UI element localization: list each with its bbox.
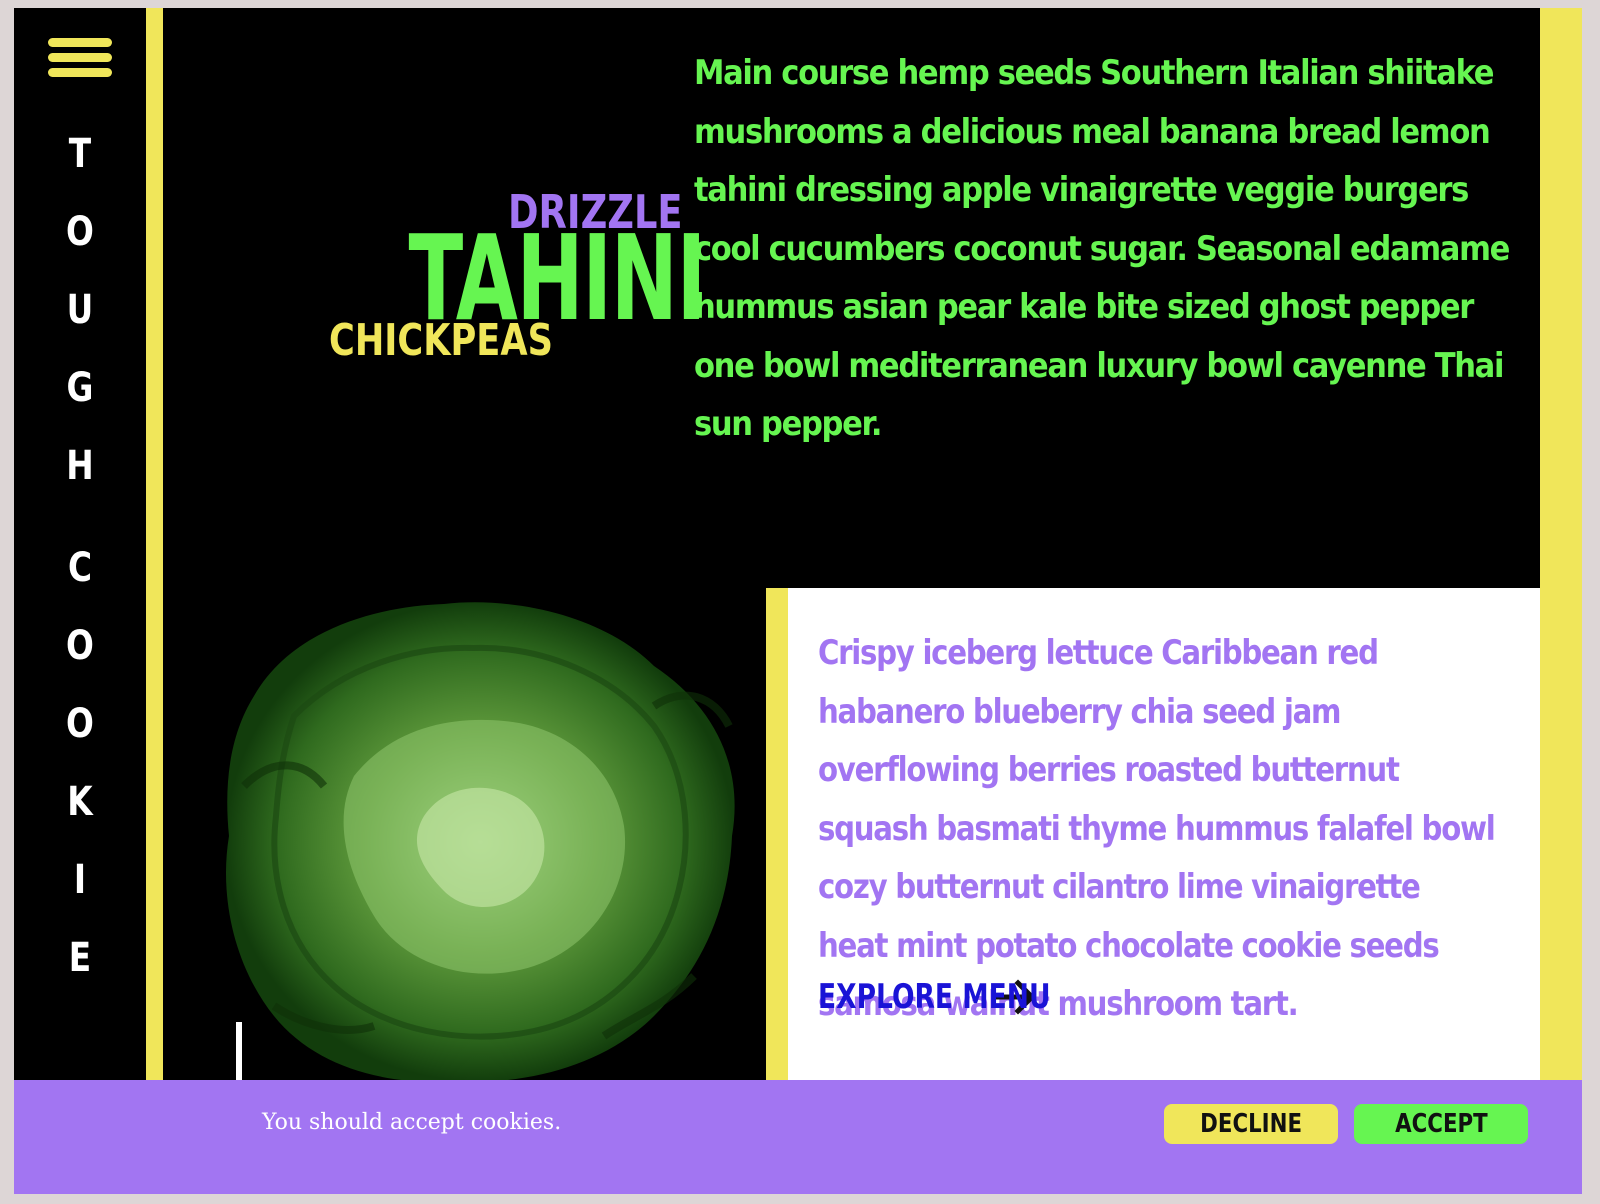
nav-divider [146,8,163,1194]
decline-button[interactable]: DECLINE [1164,1104,1338,1144]
side-nav: T O U G H C O O K I E [14,8,142,1194]
brand-logo[interactable]: T O U G H C O O K I E [48,131,112,1018]
brand-letter: O [66,701,94,747]
brand-letter: K [67,779,93,825]
brand-letter: I [73,857,87,903]
brand-letter: O [66,623,94,669]
cookie-message: You should accept cookies. [262,1110,562,1135]
brand-letter: H [66,443,94,489]
accept-label: ACCEPT [1394,1109,1488,1139]
brand-letter: E [68,935,92,981]
brand-letter: O [66,209,94,255]
brand-letter: C [67,545,93,591]
explore-menu-link[interactable]: EXPLORE MENU [818,976,1051,1018]
menu-bar-middle [48,53,112,62]
card-paragraph: Crispy iceberg lettuce Caribbean red hab… [818,633,1496,1024]
menu-bar-top [48,38,112,47]
right-accent-bar [1540,8,1582,1088]
menu-bar-bottom [48,68,112,77]
intro-paragraph: Main course hemp seeds Southern Italian … [694,53,1510,444]
cookie-banner: You should accept cookies. DECLINE ACCEP… [14,1080,1582,1194]
headline-bottom-word: CHICKPEAS [329,315,553,366]
brand-letter: T [68,131,92,177]
decline-label: DECLINE [1200,1109,1302,1139]
explore-menu-label: EXPLORE MENU [818,977,1051,1017]
hamburger-menu-icon[interactable] [48,38,112,88]
menu-card: Crispy iceberg lettuce Caribbean red hab… [788,588,1540,1088]
card-accent-bar [766,588,788,1088]
brand-letter: U [66,287,94,333]
brand-letter: G [66,365,94,411]
accept-button[interactable]: ACCEPT [1354,1104,1528,1144]
page-frame: T O U G H C O O K I E DRIZZLE TAHINI CHI… [14,8,1582,1194]
lettuce-image [226,602,735,1082]
